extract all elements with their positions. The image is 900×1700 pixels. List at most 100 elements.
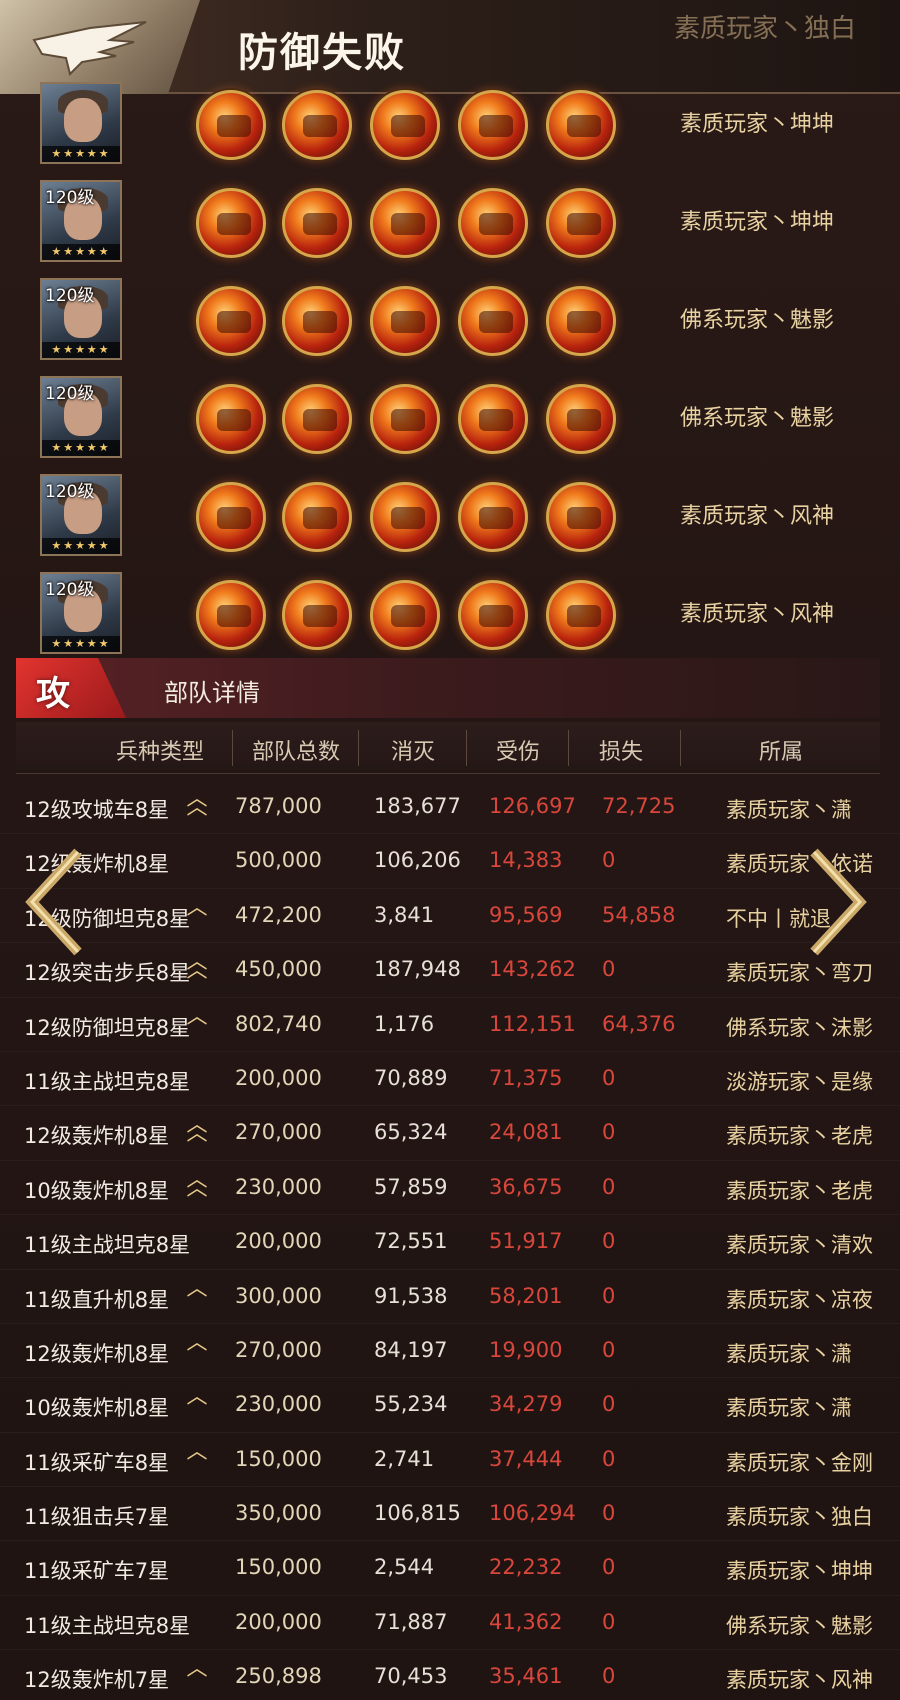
unit-owner: 素质玩家丶独白 [726,1505,873,1530]
unit-hurt: 35,461 [489,1664,563,1689]
table-row[interactable]: 11级主战坦克8星 200,000 70,889 71,375 0 淡游玩家丶是缘 [0,1052,900,1107]
table-row[interactable]: 10级轰炸机8星 ︿ 230,000 55,234 34,279 0 素质玩家丶潇 [0,1378,900,1433]
skill-icon[interactable] [196,286,266,356]
eagle-icon [32,21,147,76]
skill-icon[interactable] [458,384,528,454]
table-row[interactable]: 11级主战坦克8星 200,000 72,551 51,917 0 素质玩家丶清欢 [0,1215,900,1270]
skill-icon[interactable] [458,188,528,258]
unit-type: 12级突击步兵8星 [24,961,191,986]
table-row[interactable]: 11级主战坦克8星 200,000 71,887 41,362 0 佛系玩家丶魅影 [0,1596,900,1651]
unit-kill: 106,815 [374,1501,461,1526]
skill-row-owner: 佛系玩家丶魅影 [680,308,835,333]
unit-kill: 71,887 [374,1609,448,1634]
unit-lost: 0 [602,1229,616,1254]
skill-icon[interactable] [458,482,528,552]
skill-icon[interactable] [196,384,266,454]
skill-icon[interactable] [370,384,440,454]
unit-kill: 65,324 [374,1120,448,1145]
commander-avatar[interactable]: 120级 ★★★★★ [40,278,122,360]
unit-type: 10级轰炸机8星 [24,1396,170,1421]
unit-lost: 0 [602,1120,616,1145]
unit-hurt: 106,294 [489,1501,576,1526]
unit-total: 300,000 [235,1283,322,1308]
skill-row: ★★★★★ 素质玩家丶坤坤 [0,70,900,168]
skill-icon[interactable] [282,90,352,160]
unit-owner: 素质玩家丶金刚 [726,1450,873,1475]
unit-table: 12级攻城车8星 ︿ ︿ 787,000 183,677 126,697 72,725 素质玩… [0,780,900,1700]
skill-row-owner: 素质玩家丶风神 [680,504,835,529]
skill-icon[interactable] [370,286,440,356]
unit-type: 11级狙击兵7星 [24,1505,170,1530]
unit-lost: 0 [602,1501,616,1526]
chevron-left-icon[interactable] [24,848,86,956]
table-row[interactable]: 11级采矿车7星 150,000 2,544 22,232 0 素质玩家丶坤坤 [0,1541,900,1596]
skill-icon[interactable] [282,384,352,454]
skill-icon[interactable] [370,90,440,160]
table-row[interactable]: 12级防御坦克8星 ︿ 802,740 1,176 112,151 64,376 佛系玩家丶… [0,998,900,1052]
unit-kill: 70,889 [374,1065,448,1090]
unit-type: 12级攻城车8星 [24,798,170,822]
skill-icon[interactable] [546,286,616,356]
unit-owner: 素质玩家丶凉夜 [726,1287,873,1312]
rank-double-chevron-icon: ︿ ︿ [186,786,208,819]
commander-avatar[interactable]: 120级 ★★★★★ [40,572,122,654]
skill-icon[interactable] [196,90,266,160]
skill-icon[interactable] [546,384,616,454]
unit-hurt: 37,444 [489,1446,563,1471]
table-row[interactable]: 11级直升机8星 ︿ 300,000 91,538 58,201 0 素质玩家丶凉夜 [0,1270,900,1324]
table-row[interactable]: 12级攻城车8星 ︿ ︿ 787,000 183,677 126,697 72,725 素质玩… [0,780,900,835]
skill-icon[interactable] [196,188,266,258]
commander-avatar[interactable]: 120级 ★★★★★ [40,180,122,262]
skill-icon[interactable] [282,286,352,356]
unit-total: 500,000 [235,848,322,873]
table-row[interactable]: 11级采矿车8星 ︿ 150,000 2,741 37,444 0 素质玩家丶金刚 [0,1433,900,1488]
skill-icon[interactable] [546,482,616,552]
table-row[interactable]: 12级轰炸机7星 ︿ 250,898 70,453 35,461 0 素质玩家丶风神 [0,1650,900,1700]
commander-avatar[interactable]: 120级 ★★★★★ [40,474,122,556]
unit-kill: 183,677 [374,794,461,818]
star-rating: ★★★★★ [42,538,120,554]
skill-row-owner: 素质玩家丶坤坤 [680,112,835,137]
table-header: 兵种类型 部队总数 消灭 受伤 损失 所属 [16,722,880,774]
skill-icon[interactable] [370,188,440,258]
table-row[interactable]: 12级防御坦克8星 ︿ 472,200 3,841 95,569 54,858 不中丨就退 [0,889,900,944]
rank-chevron-icon: ︿ [186,1438,208,1463]
commander-avatar[interactable]: ★★★★★ [40,82,122,164]
table-row[interactable]: 10级轰炸机8星 ︿ ︿ 230,000 57,859 36,675 0 素质玩家丶老虎 [0,1161,900,1216]
skill-icon[interactable] [196,482,266,552]
unit-hurt: 34,279 [489,1392,563,1417]
table-row[interactable]: 12级轰炸机8星 ︿ ︿ 270,000 65,324 24,081 0 素质玩家丶老虎 [0,1106,900,1161]
unit-type: 12级轰炸机7星 [24,1668,170,1693]
unit-type: 10级轰炸机8星 [24,1178,170,1203]
commander-avatar[interactable]: 120级 ★★★★★ [40,376,122,458]
skill-row: 120级 ★★★★★ 素质玩家丶风神 [0,462,900,560]
unit-lost: 0 [602,1337,616,1362]
rank-chevron-icon: ︿ [186,1656,208,1681]
unit-type: 11级采矿车7星 [24,1559,170,1584]
skill-icon[interactable] [282,482,352,552]
table-row[interactable]: 12级突击步兵8星 ︿ ︿ 450,000 187,948 143,262 0 素质玩家丶弯刀 [0,943,900,998]
table-row[interactable]: 11级狙击兵7星 350,000 106,815 106,294 0 素质玩家丶独白 [0,1487,900,1542]
unit-hurt: 95,569 [489,902,563,927]
skill-icon[interactable] [546,580,616,650]
skill-icon[interactable] [370,482,440,552]
skill-icon[interactable] [458,90,528,160]
unit-type: 11级主战坦克8星 [24,1233,191,1258]
commander-level: 120级 [45,482,95,502]
skill-icon[interactable] [458,580,528,650]
unit-kill: 91,538 [374,1283,448,1308]
skill-icon[interactable] [370,580,440,650]
skill-icon[interactable] [458,286,528,356]
unit-kill: 106,206 [374,848,461,873]
skill-icon[interactable] [546,188,616,258]
table-row[interactable]: 12级轰炸机8星 ︿ 270,000 84,197 19,900 0 素质玩家丶潇 [0,1324,900,1379]
unit-lost: 0 [602,1392,616,1417]
table-row[interactable]: 12级轰炸机8星 500,000 106,206 14,383 0 素质玩家丶依诺 [0,834,900,889]
skill-icon[interactable] [282,188,352,258]
skill-icon[interactable] [196,580,266,650]
chevron-right-icon[interactable] [806,848,868,956]
unit-total: 787,000 [235,794,322,818]
skill-icon[interactable] [546,90,616,160]
skill-icon[interactable] [282,580,352,650]
unit-kill: 70,453 [374,1664,448,1689]
